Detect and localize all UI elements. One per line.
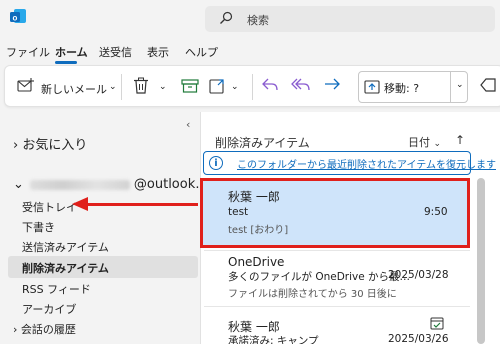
info-icon: i (209, 156, 223, 170)
calendar-accepted-icon (430, 317, 444, 330)
reply-icon (262, 78, 278, 91)
toolbar-separator (121, 74, 122, 100)
move-dropdown[interactable]: 移動: ? ⌄ (358, 71, 468, 103)
reply-all-icon (291, 78, 310, 91)
menu-send-receive[interactable]: 送受信 (99, 44, 132, 60)
list-scrollbar[interactable] (477, 178, 485, 344)
archive-icon (181, 79, 199, 93)
menu-bar: ファイル ホーム 送受信 表示 ヘルプ (0, 41, 500, 61)
folder-drafts[interactable]: 下書き (22, 219, 55, 235)
chevron-right-icon: › (13, 323, 18, 336)
collapse-pane-icon[interactable]: ‹ (186, 118, 190, 131)
reply-button[interactable] (261, 76, 281, 98)
message-date: 2025/03/28 (388, 269, 449, 281)
menu-file[interactable]: ファイル (6, 44, 50, 60)
folder-conversation-history-label: 会話の履歴 (20, 323, 76, 336)
new-mail-icon (17, 78, 34, 92)
svg-text:o: o (13, 14, 18, 23)
archive-button[interactable] (181, 76, 201, 98)
menu-help[interactable]: ヘルプ (185, 44, 218, 60)
reply-all-button[interactable] (291, 76, 311, 98)
list-divider (204, 306, 470, 307)
folder-inbox[interactable]: 受信トレイ (22, 199, 77, 215)
message-subject: test (228, 206, 249, 218)
chevron-down-icon[interactable]: ⌄ (159, 82, 167, 92)
search-box[interactable]: 検索 (205, 6, 495, 32)
message-subject: 承諾済み: キャンプ (228, 335, 319, 344)
tag-button[interactable] (479, 76, 499, 98)
menu-view[interactable]: 表示 (147, 44, 169, 60)
outlook-logo-icon: o (10, 9, 26, 23)
message-date: 9:50 (424, 206, 448, 218)
chevron-down-icon[interactable]: ⌄ (109, 82, 117, 92)
menu-home[interactable]: ホーム (55, 44, 88, 60)
search-icon (220, 11, 233, 24)
chevron-down-icon: ⌄ (433, 139, 442, 149)
folder-conversation-history[interactable]: › 会話の履歴 (13, 321, 76, 337)
forward-button[interactable] (323, 76, 343, 98)
sort-direction-icon[interactable]: ↑ (455, 133, 465, 147)
message-preview: ファイルは削除されてから 30 日後に (228, 289, 397, 300)
account-domain: @outlook… (133, 177, 209, 192)
message-preview: test [おわり] (228, 225, 289, 236)
annotation-arrow-line (86, 203, 198, 206)
message-sender: 秋葉 一郎 (228, 190, 280, 204)
account-header[interactable]: ⌄ @outlook… (13, 177, 208, 192)
trash-icon (134, 77, 148, 94)
tag-icon (480, 78, 496, 92)
redacted-account-name (29, 179, 130, 190)
report-button[interactable]: ⌄ (209, 76, 245, 98)
chevron-down-icon: ⌄ (13, 177, 24, 192)
chevron-down-icon[interactable]: ⌄ (456, 80, 464, 90)
forward-icon (325, 78, 340, 90)
active-tab-indicator (55, 61, 77, 64)
sort-label: 日付 (408, 136, 430, 149)
message-date: 2025/03/26 (388, 333, 449, 344)
move-label: 移動: ? (384, 82, 420, 95)
search-placeholder: 検索 (247, 14, 269, 27)
folder-rss[interactable]: RSS フィード (22, 281, 91, 297)
folder-sent[interactable]: 送信済みアイテム (22, 239, 109, 255)
message-subject: 多くのファイルが OneDrive から最… (228, 271, 411, 283)
annotation-arrow-head (72, 197, 88, 211)
restore-info-bar: i このフォルダーから最近削除されたアイテムを復元します (203, 151, 496, 175)
chevron-down-icon[interactable]: ⌄ (231, 82, 239, 92)
chevron-right-icon: › (13, 138, 19, 153)
move-folder-icon (364, 80, 380, 94)
list-divider (204, 250, 470, 251)
sort-button[interactable]: 日付 ⌄ (408, 134, 441, 150)
new-mail-label: 新しいメール (41, 83, 107, 96)
message-sender: OneDrive (228, 255, 285, 269)
title-bar: o 検索 (0, 0, 500, 38)
favorites-header[interactable]: › お気に入り (13, 134, 87, 153)
ribbon-toolbar: 新しいメール ⌄ ⌄ ⌄ 移動: ? ⌄ (4, 65, 500, 107)
toolbar-separator (252, 74, 253, 100)
delete-button[interactable]: ⌄ (133, 76, 173, 98)
favorites-label: お気に入り (22, 138, 88, 153)
new-mail-button[interactable]: 新しいメール ⌄ (17, 76, 127, 98)
list-title: 削除済みアイテム (215, 136, 310, 150)
folder-archive[interactable]: アーカイブ (22, 301, 76, 317)
restore-link[interactable]: このフォルダーから最近削除されたアイテムを復元します (237, 156, 496, 171)
report-icon (209, 79, 224, 94)
dropdown-divider (450, 72, 451, 102)
folder-deleted[interactable]: 削除済みアイテム (22, 260, 109, 276)
